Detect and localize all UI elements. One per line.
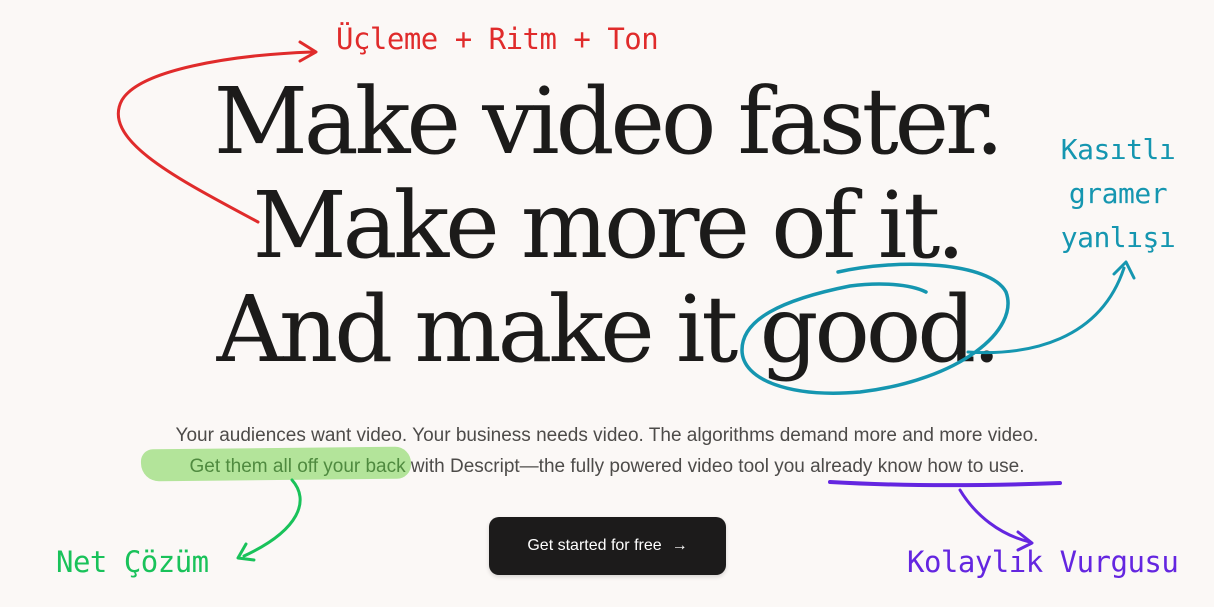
- headline-line-1: Make video faster.: [213, 68, 1005, 175]
- red-arrow-head-icon: [298, 40, 318, 63]
- green-annotation-arrow: [242, 478, 302, 558]
- purple-underline-annotation: [828, 480, 1062, 488]
- subheading-line-2: Get them all off your back with Descript…: [0, 451, 1214, 482]
- headline-line-2: Make more of it.: [252, 172, 965, 279]
- get-started-label: Get started for free: [527, 537, 662, 554]
- annotation-teal-line-1: Kasıtlı: [1060, 133, 1176, 166]
- subheading: Your audiences want video. Your business…: [0, 420, 1214, 482]
- subheading-line-2-rest: with Descript—the fully powered video to…: [405, 456, 1025, 477]
- annotation-teal-label: Kasıtlı gramer yanlışı: [1060, 128, 1176, 260]
- subheading-line-1: Your audiences want video. Your business…: [175, 425, 1039, 446]
- annotation-green-label: Net Çözüm: [56, 545, 209, 579]
- annotation-teal-line-2: gramer: [1068, 177, 1168, 210]
- annotation-purple-label: Kolaylık Vurgusu: [907, 545, 1179, 579]
- get-started-button[interactable]: Get started for free →: [489, 517, 726, 575]
- arrow-right-icon: →: [671, 537, 688, 554]
- headline-line-3: And make it good.: [216, 276, 1002, 383]
- annotation-red-label: Üçleme + Ritm + Ton: [336, 22, 659, 56]
- headline: Make video faster. Make more of it. And …: [0, 70, 1214, 382]
- highlighted-phrase: Get them all off your back: [189, 456, 406, 477]
- green-arrow-head-icon: [236, 542, 256, 562]
- annotation-teal-line-3: yanlışı: [1060, 221, 1176, 254]
- purple-annotation-arrow: [958, 488, 1032, 544]
